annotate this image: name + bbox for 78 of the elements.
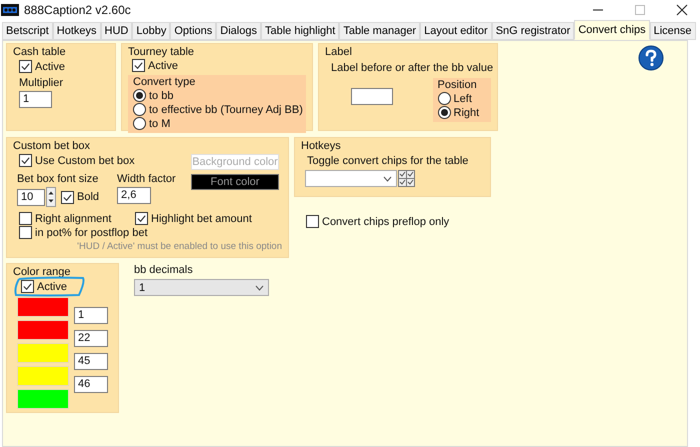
decimals-dropdown[interactable]: 1	[134, 279, 269, 296]
field-label: Width factor	[117, 173, 176, 185]
checkbox-label: Active	[148, 60, 178, 72]
radio-label: to effective bb (Tourney Adj BB)	[149, 104, 303, 116]
tab[interactable]: Betscript	[2, 22, 53, 40]
field-label: Bet box font size	[17, 173, 100, 185]
radio-label: Left	[454, 92, 472, 104]
tab[interactable]: HUD	[100, 22, 132, 40]
checkbox[interactable]	[19, 226, 32, 239]
checkbox[interactable]	[61, 190, 74, 204]
app-icon	[1, 4, 19, 16]
checkbox[interactable]	[21, 280, 34, 293]
tab[interactable]: SnG registrator	[492, 22, 574, 40]
tab[interactable]: Hotkeys	[52, 22, 101, 40]
tab[interactable]: Layout editor	[420, 22, 492, 40]
checkbox-label: Convert chips preflop only	[322, 216, 450, 228]
number-field[interactable]: 10	[17, 188, 45, 206]
radio-label: to bb	[149, 90, 174, 102]
group-title: Custom bet box	[13, 140, 92, 152]
threshold-field[interactable]: 46	[74, 376, 108, 393]
radio-label: to M	[149, 118, 170, 130]
tab[interactable]: Table highlight	[260, 22, 340, 40]
radio-button[interactable]	[133, 117, 146, 130]
checkbox-label: Right alignment	[35, 212, 112, 224]
group-title: Hotkeys	[301, 140, 342, 152]
threshold-field[interactable]: 22	[74, 330, 108, 347]
radio-label: Right	[454, 106, 480, 118]
checkbox[interactable]	[19, 154, 32, 167]
tab[interactable]: Convert chips	[574, 20, 650, 40]
checkbox-label: Bold	[77, 191, 100, 203]
tab[interactable]: Table manager	[339, 22, 420, 40]
window-title: 888Caption2 v2.60c	[24, 3, 131, 17]
field-label: Multiplier	[19, 77, 64, 89]
checkbox-label: in pot% for postflop bet	[35, 226, 148, 238]
color-swatch[interactable]	[17, 343, 69, 363]
close-icon[interactable]	[676, 4, 688, 16]
help-icon[interactable]	[638, 45, 664, 71]
color-swatch[interactable]	[17, 297, 69, 317]
group-title: Position	[438, 79, 478, 91]
tab[interactable]: Lobby	[132, 22, 170, 40]
color-swatch[interactable]	[17, 389, 69, 409]
chevron-down-icon	[255, 284, 264, 290]
radio-button[interactable]	[438, 106, 451, 119]
threshold-field[interactable]: 45	[74, 353, 108, 370]
radio-button[interactable]	[133, 89, 146, 102]
color-swatch[interactable]	[17, 320, 69, 340]
checkbox[interactable]	[132, 59, 145, 72]
checkmark-grid-icon[interactable]	[398, 170, 415, 187]
group-title: Cash table	[13, 46, 67, 58]
chevron-down-icon	[383, 176, 392, 182]
checkbox-label: Active	[37, 280, 67, 292]
font-color-button[interactable]: Font color	[191, 174, 279, 190]
label-hint: Label before or after the bb value	[331, 62, 491, 74]
radio-button[interactable]	[438, 92, 451, 105]
group-title: Convert type	[133, 76, 196, 88]
checkbox-label: Active	[35, 60, 65, 72]
checkbox-label: Highlight bet amount	[151, 212, 252, 224]
input-field[interactable]: 1	[19, 91, 52, 108]
checkbox-label: Use Custom bet box	[35, 154, 135, 166]
group-title: Label	[325, 46, 353, 58]
field-label: Toggle convert chips for the table	[307, 155, 470, 167]
group-title: Color range	[13, 266, 72, 278]
tab[interactable]: Dialogs	[216, 22, 261, 40]
checkbox[interactable]	[306, 215, 319, 228]
color-swatch[interactable]	[17, 366, 69, 386]
radio-button[interactable]	[133, 103, 146, 116]
input-field[interactable]	[351, 88, 393, 105]
spinner-arrows-icon[interactable]	[46, 187, 56, 207]
note-text: 'HUD / Active' must be enabled to use this option	[77, 241, 282, 252]
group-title: Tourney table	[128, 46, 196, 58]
tab[interactable]: License	[650, 22, 696, 40]
field-label: bb decimals	[134, 264, 194, 276]
checkbox[interactable]	[19, 212, 32, 225]
tab[interactable]: Options	[170, 22, 216, 40]
threshold-field[interactable]: 1	[74, 307, 108, 324]
input-field[interactable]: 2,6	[117, 187, 152, 204]
checkbox[interactable]	[19, 60, 32, 73]
checkbox[interactable]	[135, 212, 148, 225]
